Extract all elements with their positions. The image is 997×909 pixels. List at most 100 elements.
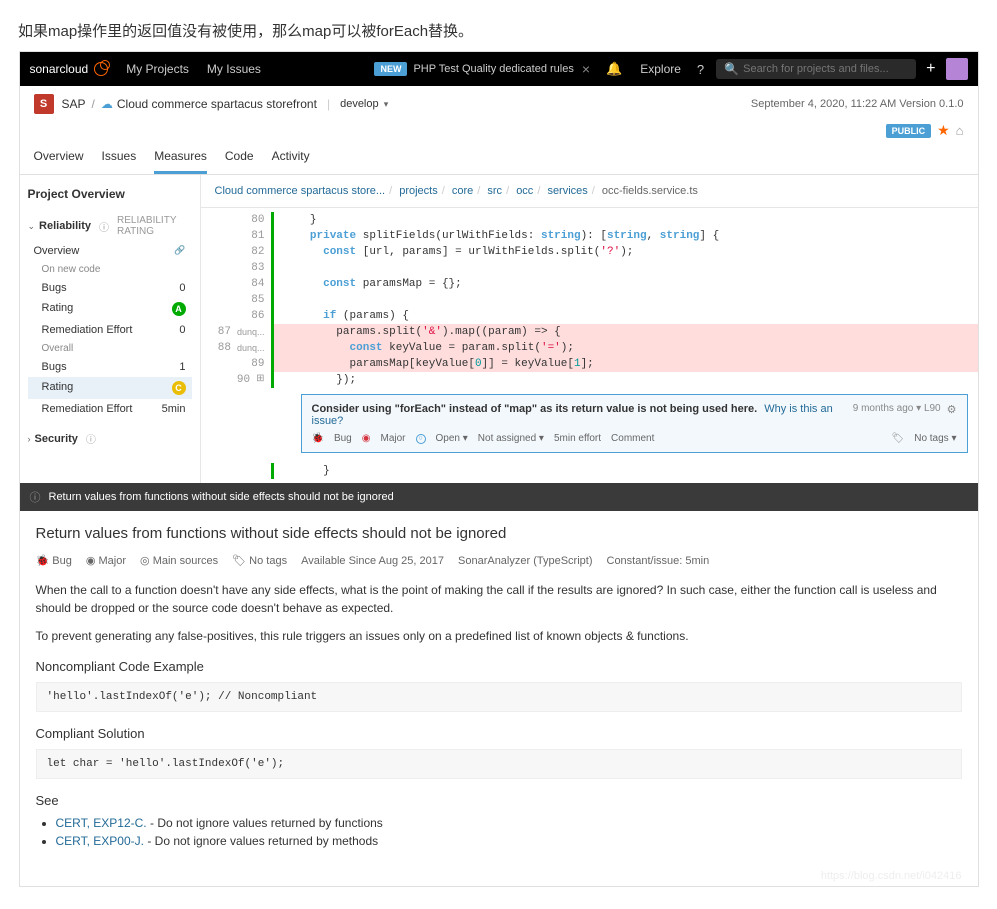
search-input[interactable] <box>743 63 908 75</box>
project-header: S SAP / ☁ Cloud commerce spartacus store… <box>20 86 978 175</box>
crumb-4[interactable]: occ <box>516 185 533 197</box>
sidebar-item-remediation-new[interactable]: Remediation Effort0 <box>28 320 192 340</box>
rule-title: Return values from functions without sid… <box>49 491 394 503</box>
nav-my-issues[interactable]: My Issues <box>207 62 261 76</box>
sidebar-item-overview[interactable]: Overview 🔗 <box>28 241 192 261</box>
code-lines: } private splitFields(urlWithFields: str… <box>271 208 978 483</box>
nav-my-projects[interactable]: My Projects <box>126 62 189 76</box>
see-list: CERT, EXP12-C. - Do not ignore values re… <box>56 816 962 848</box>
code-line: params.split('&').map((param) => { <box>271 324 978 340</box>
rating-a-badge: A <box>172 302 186 316</box>
new-badge: NEW <box>374 62 407 76</box>
tab-activity[interactable]: Activity <box>272 143 310 174</box>
project-name[interactable]: Cloud commerce spartacus storefront <box>117 97 317 111</box>
section-reliability[interactable]: ⌄ Reliability ⓘ RELIABILITY RATING <box>28 211 192 241</box>
effort: 5min effort <box>554 433 601 444</box>
sidebar-item-rating-new[interactable]: RatingA <box>28 298 192 320</box>
project-meta: September 4, 2020, 11:22 AM Version 0.1.… <box>751 98 964 110</box>
type-bug[interactable]: Bug <box>334 433 352 444</box>
sidebar: Project Overview ⌄ Reliability ⓘ RELIABI… <box>20 175 200 483</box>
hint-icon: ⓘ <box>86 431 96 446</box>
crumb-current: occ-fields.service.ts <box>602 185 698 197</box>
section-security[interactable]: › Security ⓘ <box>28 427 192 450</box>
help-icon[interactable]: ? <box>697 62 704 77</box>
code-line: } <box>271 463 978 479</box>
rating-c-badge: C <box>172 381 186 395</box>
bug-icon: 🐞 <box>36 555 50 567</box>
tab-overview[interactable]: Overview <box>34 143 84 174</box>
crumb-1[interactable]: projects <box>399 185 438 197</box>
sidebar-item-bugs-all[interactable]: Bugs1 <box>28 357 192 377</box>
rule-bar: ⓘ Return values from functions without s… <box>20 483 978 511</box>
open-icon: ○ <box>416 434 426 444</box>
info-icon: ⓘ <box>30 489 41 505</box>
chevron-right-icon: › <box>28 434 31 444</box>
status-open[interactable]: Open ▾ <box>436 433 468 444</box>
code-line: if (params) { <box>271 308 978 324</box>
nav-explore[interactable]: Explore <box>640 62 681 76</box>
crumb-5[interactable]: services <box>547 185 587 197</box>
tag-icon: 🏷 <box>892 433 905 444</box>
search-wrap[interactable]: 🔍 <box>716 59 916 79</box>
tab-measures[interactable]: Measures <box>154 143 207 174</box>
tags[interactable]: No tags ▾ <box>914 433 956 444</box>
search-icon: 🔍 <box>724 62 739 76</box>
scope-icon: ◎ <box>140 555 150 567</box>
severity-major[interactable]: Major <box>380 433 405 444</box>
crumb-0[interactable]: Cloud commerce spartacus store... <box>215 185 386 197</box>
org-name[interactable]: SAP <box>62 97 86 111</box>
ref-link[interactable]: CERT, EXP00-J. <box>56 834 144 848</box>
filter-icon[interactable]: ⚙ <box>947 403 957 416</box>
intro-text: 如果map操作里的返回值没有被使用，那么map可以被forEach替换。 <box>0 0 997 51</box>
tab-code[interactable]: Code <box>225 143 254 174</box>
sidebar-item-bugs-new[interactable]: Bugs0 <box>28 278 192 298</box>
hint-icon: ⓘ <box>99 219 109 234</box>
code-line: paramsMap[keyValue[0]] = keyValue[1]; <box>271 356 978 372</box>
code-viewer: 80 81 82 83 84 85 86 87dunq... 88dunq...… <box>201 208 978 483</box>
h-compliant: Compliant Solution <box>36 726 962 741</box>
topbar: sonarcloud My Projects My Issues NEW PHP… <box>20 52 978 86</box>
close-icon[interactable]: × <box>582 61 590 77</box>
ref-link[interactable]: CERT, EXP12-C. <box>56 816 147 830</box>
crumb-2[interactable]: core <box>452 185 473 197</box>
list-item: CERT, EXP12-C. - Do not ignore values re… <box>56 816 962 830</box>
code-line: private splitFields(urlWithFields: strin… <box>271 228 978 244</box>
branch-selector[interactable]: develop ▾ <box>340 98 388 110</box>
code-line: } <box>271 212 978 228</box>
logo[interactable]: sonarcloud <box>30 62 89 76</box>
crumb-3[interactable]: src <box>487 185 502 197</box>
issue-marker-icon[interactable]: ⊞ <box>256 372 264 388</box>
separator: / <box>92 97 95 111</box>
list-item: CERT, EXP00-J. - Do not ignore values re… <box>56 834 962 848</box>
code-line: const keyValue = param.split('='); <box>271 340 978 356</box>
tabs: Overview Issues Measures Code Activity <box>34 143 964 174</box>
chevron-down-icon: ⌄ <box>28 221 36 232</box>
link-icon: 🔗 <box>174 245 185 257</box>
detail-p2: To prevent generating any false-positive… <box>36 627 962 645</box>
code-compliant: let char = 'hello'.lastIndexOf('e'); <box>36 749 962 779</box>
org-badge: S <box>34 94 54 114</box>
subsection-overall: Overall <box>28 340 192 357</box>
sidebar-item-rating-all[interactable]: RatingC <box>28 377 192 399</box>
assignee[interactable]: Not assigned ▾ <box>478 433 544 444</box>
avatar[interactable] <box>946 58 968 80</box>
issue-box: Consider using "forEach" instead of "map… <box>301 394 968 453</box>
issue-message: Consider using "forEach" instead of "map… <box>312 403 843 427</box>
bell-icon[interactable]: 🔔 <box>606 61 622 77</box>
public-badge: PUBLIC <box>886 124 932 138</box>
bug-icon: 🐞 <box>312 433 324 444</box>
star-icon[interactable]: ★ <box>937 122 950 139</box>
add-button[interactable]: + <box>926 60 935 78</box>
home-icon[interactable]: ⌂ <box>956 123 964 138</box>
tab-issues[interactable]: Issues <box>102 143 137 174</box>
gutter: 80 81 82 83 84 85 86 87dunq... 88dunq...… <box>201 208 271 483</box>
promo-text[interactable]: PHP Test Quality dedicated rules <box>413 63 573 75</box>
sidebar-item-remediation-all[interactable]: Remediation Effort5min <box>28 399 192 419</box>
code-line: const paramsMap = {}; <box>271 276 978 292</box>
code-line <box>271 260 978 276</box>
chevron-down-icon: ▾ <box>384 99 389 109</box>
logo-icon <box>94 62 108 76</box>
h-see: See <box>36 793 962 808</box>
comment-link[interactable]: Comment <box>611 433 654 444</box>
subsection-new: On new code <box>28 261 192 278</box>
